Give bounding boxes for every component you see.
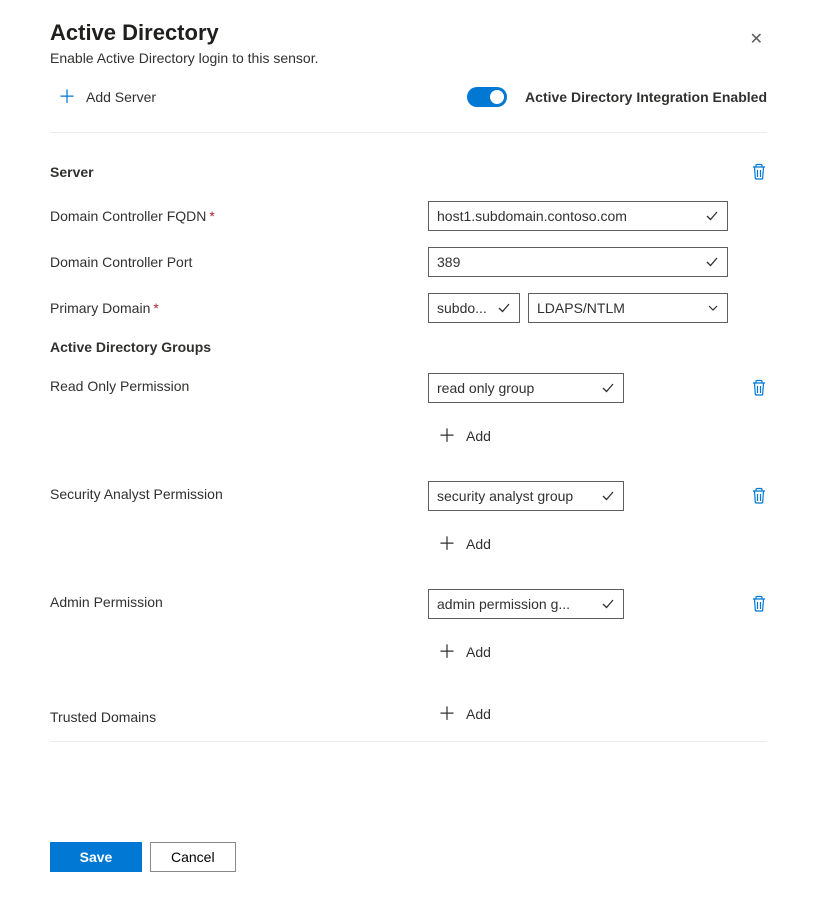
add-read-only-button[interactable]: ＋ Add bbox=[428, 419, 767, 453]
check-icon bbox=[601, 597, 615, 611]
divider bbox=[50, 741, 767, 742]
read-only-label: Read Only Permission bbox=[50, 373, 428, 394]
trash-icon[interactable] bbox=[751, 163, 767, 181]
trash-icon[interactable] bbox=[751, 595, 767, 613]
port-label: Domain Controller Port bbox=[50, 254, 428, 270]
integration-toggle[interactable] bbox=[467, 87, 507, 107]
trusted-domains-label: Trusted Domains bbox=[50, 704, 428, 725]
primary-domain-label: Primary Domain* bbox=[50, 300, 428, 316]
plus-icon: ＋ bbox=[438, 705, 456, 723]
add-admin-button[interactable]: ＋ Add bbox=[428, 635, 767, 669]
chevron-down-icon bbox=[707, 302, 719, 314]
add-server-button[interactable]: ＋ Add Server bbox=[50, 84, 164, 110]
cancel-button[interactable]: Cancel bbox=[150, 842, 236, 872]
analyst-group-select[interactable]: security analyst group bbox=[428, 481, 624, 511]
read-only-group-select[interactable]: read only group bbox=[428, 373, 624, 403]
trash-icon[interactable] bbox=[751, 379, 767, 397]
admin-group-select[interactable]: admin permission g... bbox=[428, 589, 624, 619]
integration-toggle-label: Active Directory Integration Enabled bbox=[525, 89, 767, 105]
check-icon bbox=[705, 255, 719, 269]
server-heading: Server bbox=[50, 164, 94, 180]
divider bbox=[50, 132, 767, 133]
analyst-label: Security Analyst Permission bbox=[50, 481, 428, 502]
groups-heading: Active Directory Groups bbox=[50, 339, 767, 355]
fqdn-input[interactable]: host1.subdomain.contoso.com bbox=[428, 201, 728, 231]
check-icon bbox=[601, 381, 615, 395]
save-button[interactable]: Save bbox=[50, 842, 142, 872]
fqdn-label: Domain Controller FQDN* bbox=[50, 208, 428, 224]
check-icon bbox=[601, 489, 615, 503]
admin-label: Admin Permission bbox=[50, 589, 428, 610]
page-title: Active Directory bbox=[50, 20, 318, 46]
check-icon bbox=[705, 209, 719, 223]
add-analyst-button[interactable]: ＋ Add bbox=[428, 527, 767, 561]
plus-icon: ＋ bbox=[438, 427, 456, 445]
close-icon[interactable]: ✕ bbox=[746, 28, 767, 52]
plus-icon: ＋ bbox=[438, 535, 456, 553]
trash-icon[interactable] bbox=[751, 487, 767, 505]
check-icon bbox=[497, 301, 511, 315]
port-input[interactable]: 389 bbox=[428, 247, 728, 277]
add-trusted-domain-button[interactable]: ＋ Add bbox=[428, 697, 767, 731]
auth-protocol-select[interactable]: LDAPS/NTLM bbox=[528, 293, 728, 323]
primary-domain-select[interactable]: subdo... bbox=[428, 293, 520, 323]
add-server-label: Add Server bbox=[86, 89, 156, 105]
plus-icon: ＋ bbox=[438, 643, 456, 661]
page-subtitle: Enable Active Directory login to this se… bbox=[50, 50, 318, 66]
plus-icon: ＋ bbox=[58, 88, 76, 106]
